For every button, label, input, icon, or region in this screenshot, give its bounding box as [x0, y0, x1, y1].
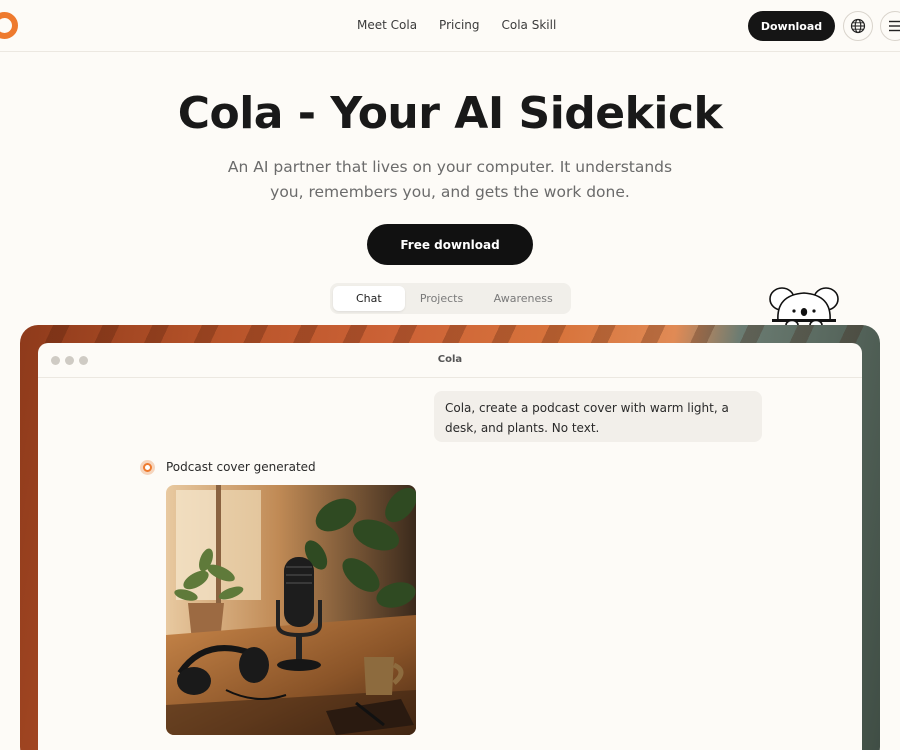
nav-links: Meet Cola Pricing Cola Skill	[357, 18, 556, 32]
top-nav: Meet Cola Pricing Cola Skill Download	[0, 0, 900, 52]
window-titlebar: Cola	[38, 343, 862, 378]
tab-chat[interactable]: Chat	[333, 286, 405, 311]
menu-button[interactable]	[880, 11, 900, 41]
hero-title: Cola - Your AI Sidekick	[177, 88, 723, 139]
tab-projects[interactable]: Projects	[405, 286, 479, 311]
user-message-bubble: Cola, create a podcast cover with warm l…	[434, 391, 762, 442]
language-button[interactable]	[843, 11, 873, 41]
globe-icon	[850, 18, 866, 34]
cola-logo-icon[interactable]	[0, 12, 18, 39]
feature-tabs: Chat Projects Awareness	[330, 283, 571, 314]
podcast-cover-image[interactable]	[166, 485, 416, 735]
nav-link-meet-cola[interactable]: Meet Cola	[357, 18, 417, 32]
app-window: Cola Cola, create a podcast cover with w…	[38, 343, 862, 750]
cola-avatar-icon	[140, 460, 155, 475]
nav-link-cola-skill[interactable]: Cola Skill	[502, 18, 557, 32]
tab-awareness[interactable]: Awareness	[478, 286, 568, 311]
menu-icon	[889, 20, 900, 32]
reply-status-label: Podcast cover generated	[166, 460, 316, 474]
nav-link-pricing[interactable]: Pricing	[439, 18, 479, 32]
window-title: Cola	[437, 354, 463, 365]
download-button[interactable]: Download	[748, 11, 835, 41]
free-download-button[interactable]: Free download	[367, 224, 533, 265]
hero-subtitle: An AI partner that lives on your compute…	[227, 158, 673, 201]
